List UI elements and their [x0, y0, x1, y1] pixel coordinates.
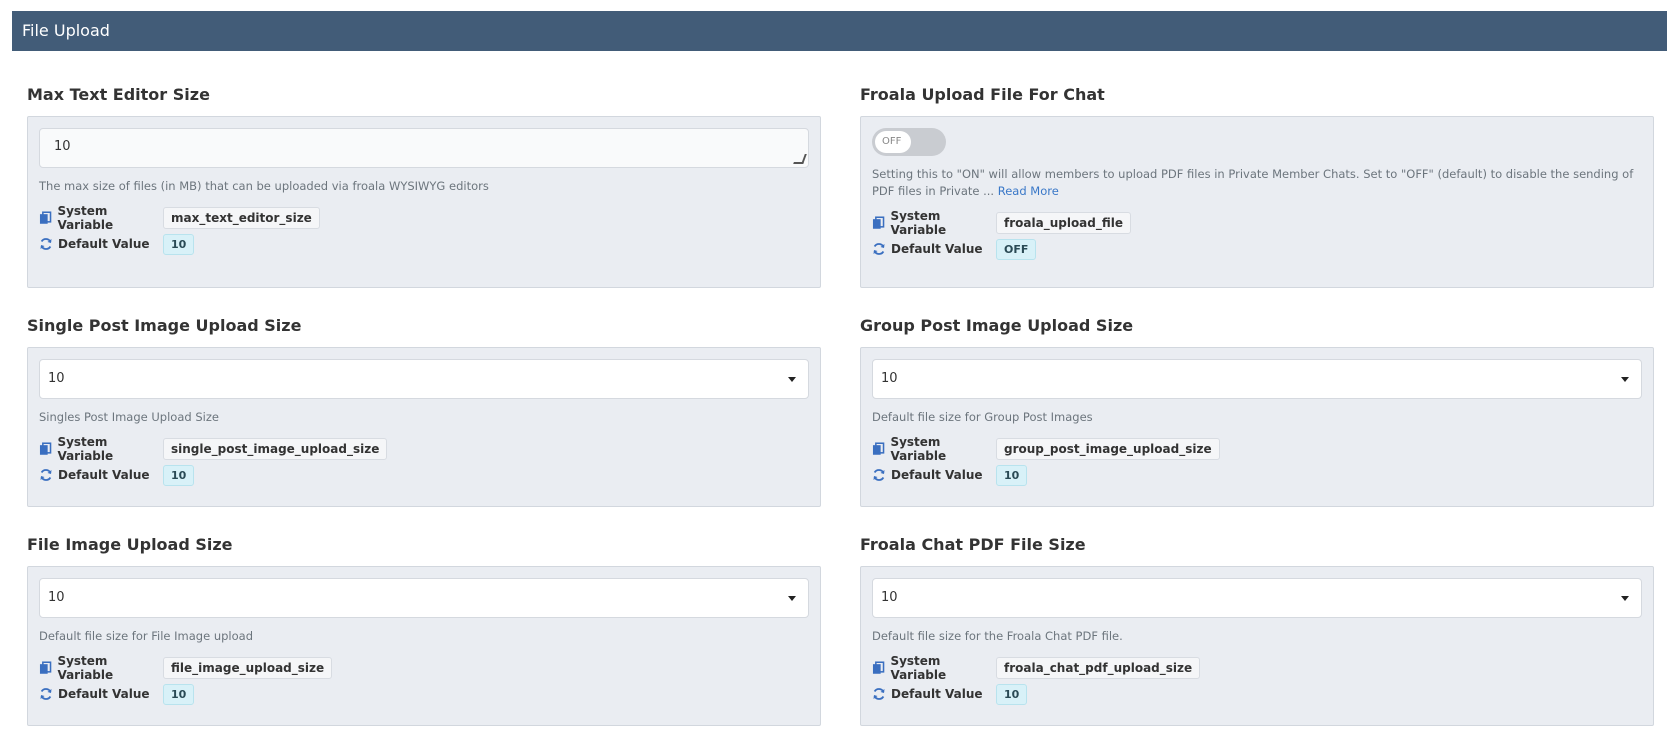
default-value-label: Default Value — [891, 687, 983, 701]
system-variable-value: group_post_image_upload_size — [996, 438, 1220, 460]
select-value: 10 — [881, 590, 898, 605]
copy-icon[interactable] — [39, 211, 52, 225]
setting-card: OFF Setting this to "ON" will allow memb… — [860, 116, 1654, 288]
default-value-label: Default Value — [58, 468, 150, 482]
system-variable-value: file_image_upload_size — [163, 657, 333, 679]
select-value: 10 — [48, 371, 65, 386]
single-post-image-upload-size-select[interactable]: 10 — [39, 359, 809, 399]
default-value-label: Default Value — [58, 237, 150, 251]
froala-upload-file-section: Froala Upload File For Chat OFF Setting … — [860, 84, 1654, 288]
default-value-badge: 10 — [996, 464, 1028, 486]
toggle-state-label: OFF — [882, 136, 902, 147]
system-variable-label: System Variable — [890, 435, 947, 463]
froala-upload-toggle[interactable]: OFF — [872, 128, 946, 156]
system-variable-row: System Variable file_image_upload_size — [39, 654, 809, 682]
system-variable-value: froala_chat_pdf_upload_size — [996, 657, 1201, 679]
group-post-image-upload-size-select[interactable]: 10 — [872, 359, 1642, 399]
setting-card: 10 The max size of files (in MB) that ca… — [27, 116, 821, 288]
refresh-icon[interactable] — [39, 468, 53, 482]
default-value-badge: OFF — [996, 238, 1037, 260]
setting-description: Singles Post Image Upload Size — [39, 410, 219, 424]
default-value-row: Default Value OFF — [872, 236, 1642, 262]
max-text-editor-size-input[interactable]: 10 — [39, 128, 809, 168]
system-variable-row: System Variable single_post_image_upload… — [39, 435, 809, 463]
default-value-row: Default Value 10 — [39, 681, 809, 707]
setting-card: 10 Default file size for Group Post Imag… — [860, 347, 1654, 507]
refresh-icon[interactable] — [39, 687, 53, 701]
default-value-badge: 10 — [163, 233, 195, 255]
description-text: Setting this to "ON" will allow members … — [872, 167, 1634, 198]
select-value: 10 — [48, 590, 65, 605]
section-title: Froala Upload File For Chat — [860, 85, 1105, 104]
default-value-label: Default Value — [891, 468, 983, 482]
refresh-icon[interactable] — [872, 242, 886, 256]
default-value-row: Default Value 10 — [872, 681, 1642, 707]
refresh-icon[interactable] — [872, 468, 886, 482]
refresh-icon[interactable] — [39, 237, 53, 251]
system-variable-label: System Variable — [890, 209, 947, 237]
system-variable-label: System Variable — [57, 435, 114, 463]
select-value: 10 — [881, 371, 898, 386]
setting-description: Default file size for Group Post Images — [872, 410, 1093, 424]
system-variable-row: System Variable group_post_image_upload_… — [872, 435, 1642, 463]
froala-chat-pdf-file-size-select[interactable]: 10 — [872, 578, 1642, 618]
section-title: Max Text Editor Size — [27, 85, 210, 104]
default-value-badge: 10 — [996, 683, 1028, 705]
setting-card: 10 Default file size for the Froala Chat… — [860, 566, 1654, 726]
read-more-link[interactable]: Read More — [998, 184, 1059, 198]
setting-description: Default file size for the Froala Chat PD… — [872, 629, 1123, 643]
max-text-editor-size-section: Max Text Editor Size 10 The max size of … — [27, 84, 821, 288]
setting-description: The max size of files (in MB) that can b… — [39, 179, 489, 193]
file-image-upload-size-select[interactable]: 10 — [39, 578, 809, 618]
system-variable-row: System Variable max_text_editor_size — [39, 204, 809, 232]
section-title: Group Post Image Upload Size — [860, 316, 1134, 335]
system-variable-label: System Variable — [57, 204, 114, 232]
section-title: Froala Chat PDF File Size — [860, 535, 1086, 554]
default-value-badge: 10 — [163, 464, 195, 486]
setting-card: 10 Singles Post Image Upload Size System… — [27, 347, 821, 507]
froala-chat-pdf-file-size-section: Froala Chat PDF File Size 10 Default fil… — [860, 534, 1654, 726]
default-value-badge: 10 — [163, 683, 195, 705]
setting-card: 10 Default file size for File Image uplo… — [27, 566, 821, 726]
default-value-label: Default Value — [891, 242, 983, 256]
caret-down-icon — [788, 596, 796, 601]
input-value: 10 — [54, 139, 71, 154]
caret-down-icon — [788, 377, 796, 382]
caret-down-icon — [1621, 377, 1629, 382]
copy-icon[interactable] — [39, 442, 52, 456]
system-variable-row: System Variable froala_chat_pdf_upload_s… — [872, 654, 1642, 682]
setting-description: Setting this to "ON" will allow members … — [872, 166, 1642, 200]
file-image-upload-size-section: File Image Upload Size 10 Default file s… — [27, 534, 821, 726]
copy-icon[interactable] — [39, 661, 52, 675]
system-variable-value: single_post_image_upload_size — [163, 438, 388, 460]
system-variable-label: System Variable — [890, 654, 947, 682]
refresh-icon[interactable] — [872, 687, 886, 701]
default-value-row: Default Value 10 — [39, 462, 809, 488]
single-post-image-upload-size-section: Single Post Image Upload Size 10 Singles… — [27, 315, 821, 507]
section-title: File Image Upload Size — [27, 535, 233, 554]
page-title: File Upload — [22, 21, 110, 40]
default-value-label: Default Value — [58, 687, 150, 701]
default-value-row: Default Value 10 — [39, 231, 809, 257]
system-variable-label: System Variable — [57, 654, 114, 682]
copy-icon[interactable] — [872, 661, 885, 675]
resize-handle-icon[interactable] — [793, 154, 807, 164]
section-title: Single Post Image Upload Size — [27, 316, 302, 335]
group-post-image-upload-size-section: Group Post Image Upload Size 10 Default … — [860, 315, 1654, 507]
default-value-row: Default Value 10 — [872, 462, 1642, 488]
system-variable-value: froala_upload_file — [996, 212, 1132, 234]
caret-down-icon — [1621, 596, 1629, 601]
page-header: File Upload — [12, 11, 1667, 51]
system-variable-value: max_text_editor_size — [163, 207, 320, 229]
copy-icon[interactable] — [872, 442, 885, 456]
setting-description: Default file size for File Image upload — [39, 629, 254, 643]
system-variable-row: System Variable froala_upload_file — [872, 209, 1642, 237]
copy-icon[interactable] — [872, 216, 885, 230]
